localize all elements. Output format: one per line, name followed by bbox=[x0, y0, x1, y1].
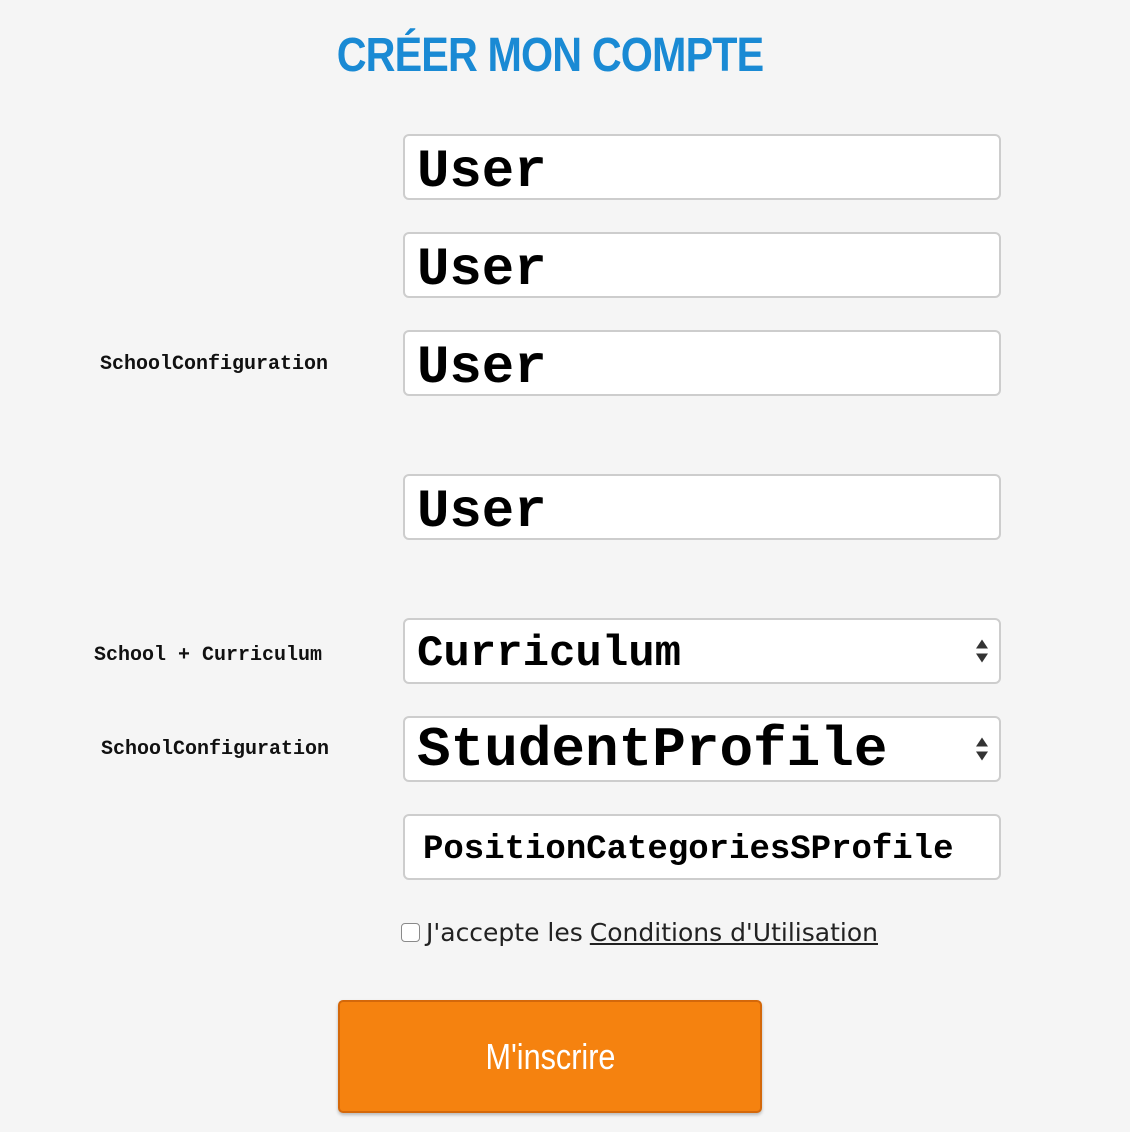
text-input-4[interactable]: User bbox=[403, 474, 1001, 540]
page-title: CRÉER MON COMPTE bbox=[336, 29, 764, 82]
terms-link[interactable]: Conditions d'Utilisation bbox=[590, 918, 878, 947]
submit-button[interactable]: M'inscrire bbox=[338, 1000, 762, 1113]
text-input-position-categories[interactable]: PositionCategoriesSProfile bbox=[403, 814, 1001, 880]
terms-checkbox[interactable] bbox=[401, 922, 420, 942]
select-value: Curriculum bbox=[417, 629, 682, 679]
chevron-updown-icon bbox=[975, 639, 989, 663]
field-label-school-curriculum: School + Curriculum bbox=[94, 644, 323, 667]
text-input-1[interactable]: User bbox=[403, 134, 1001, 200]
chevron-updown-icon bbox=[975, 737, 989, 761]
input-value: User bbox=[417, 338, 547, 396]
text-input-3[interactable]: User bbox=[403, 330, 1001, 396]
field-label-school-configuration-2: SchoolConfiguration bbox=[101, 738, 330, 761]
field-label-school-configuration: SchoolConfiguration bbox=[100, 353, 329, 376]
curriculum-select[interactable]: Curriculum bbox=[403, 618, 1001, 684]
input-value: User bbox=[417, 240, 547, 298]
input-value: User bbox=[417, 482, 547, 540]
select-value: StudentProfile bbox=[417, 718, 888, 782]
submit-label: M'inscrire bbox=[485, 1035, 615, 1077]
input-value: User bbox=[417, 142, 547, 200]
terms-row: J'accepte les Conditions d'Utilisation bbox=[401, 915, 878, 949]
input-value: PositionCategoriesSProfile bbox=[423, 831, 954, 869]
text-input-2[interactable]: User bbox=[403, 232, 1001, 298]
student-profile-select[interactable]: StudentProfile bbox=[403, 716, 1001, 782]
terms-text: J'accepte les bbox=[426, 917, 583, 947]
